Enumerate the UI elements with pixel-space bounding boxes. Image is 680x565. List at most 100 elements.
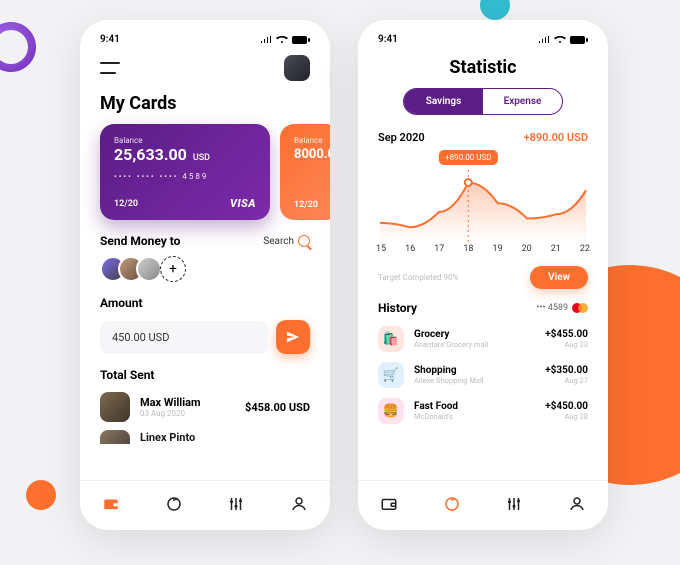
battery-icon <box>292 36 310 44</box>
card-balance-amount: 25,633.00 <box>114 145 187 164</box>
x-tick: 22 <box>580 244 590 254</box>
sent-date: 03 Aug 2020 <box>140 409 235 418</box>
status-bar: 9:41 <box>80 20 330 51</box>
contacts-row: + <box>80 256 330 288</box>
chart-tooltip: +890.00 USD <box>439 150 497 165</box>
tab-activity[interactable] <box>165 495 183 517</box>
status-indicators <box>260 36 310 44</box>
card-balance-amount: 8000.00 <box>294 147 326 162</box>
tab-bar <box>80 480 330 530</box>
page-title: Statistic <box>358 51 608 88</box>
user-icon <box>568 495 586 513</box>
wifi-icon <box>276 36 288 44</box>
amount-input[interactable] <box>100 321 268 354</box>
cards-carousel[interactable]: Balance 25,633.00 USD •••• •••• •••• 458… <box>80 124 330 220</box>
history-title: History <box>378 301 417 315</box>
tab-bar <box>358 480 608 530</box>
tab-activity[interactable] <box>443 495 461 517</box>
wifi-icon <box>554 36 566 44</box>
wallet-icon <box>102 495 120 513</box>
total-sent-title: Total Sent <box>80 360 330 388</box>
x-tick: 18 <box>463 244 473 254</box>
history-item[interactable]: 🍔 Fast Food McDonald's +$450.00 Aug 28 <box>358 393 608 429</box>
tab-settings[interactable] <box>505 495 523 517</box>
search-link[interactable]: Search <box>263 235 310 247</box>
line-chart[interactable]: +890.00 USD <box>374 150 592 242</box>
tab-profile[interactable] <box>568 495 586 517</box>
contact-avatar[interactable] <box>136 256 162 282</box>
amount-label: Amount <box>80 288 330 314</box>
history-list: 🛍️ Grocery Anantare Grocery mall +$455.0… <box>358 321 608 429</box>
card-expiry: 12/20 <box>294 200 318 210</box>
history-item-date: Aug 23 <box>545 340 588 349</box>
decor-orange-dot <box>26 480 56 510</box>
card-primary[interactable]: Balance 25,633.00 USD •••• •••• •••• 458… <box>100 124 270 220</box>
history-item-sub: Anantare Grocery mall <box>414 340 535 349</box>
history-item[interactable]: 🛒 Shopping Allexe Shopping Mall +$350.00… <box>358 357 608 393</box>
sent-amount: $458.00 USD <box>245 401 310 414</box>
view-button[interactable]: View <box>530 266 588 289</box>
user-icon <box>290 495 308 513</box>
battery-icon <box>570 36 588 44</box>
x-tick: 21 <box>551 244 561 254</box>
send-button[interactable] <box>276 320 310 354</box>
stat-delta: +890.00 USD <box>524 131 588 144</box>
sent-item[interactable]: Max William 03 Aug 2020 $458.00 USD <box>80 388 330 426</box>
tab-profile[interactable] <box>290 495 308 517</box>
send-money-title: Send Money to <box>100 234 180 248</box>
x-tick: 20 <box>522 244 532 254</box>
signal-icon <box>538 36 550 44</box>
paper-plane-icon <box>285 329 301 345</box>
history-item-name: Shopping <box>414 365 535 376</box>
sent-name: Max William <box>140 396 235 409</box>
activity-icon <box>443 495 461 513</box>
sliders-icon <box>227 495 245 513</box>
segment-expense[interactable]: Expense <box>483 89 562 114</box>
history-category-icon: 🛒 <box>378 362 404 388</box>
mastercard-icon <box>572 303 588 313</box>
x-tick: 16 <box>405 244 415 254</box>
target-completed-text: Target Completed 90% <box>378 273 458 282</box>
signal-icon <box>260 36 272 44</box>
wallet-icon <box>380 495 398 513</box>
search-icon <box>298 235 310 247</box>
profile-avatar[interactable] <box>284 55 310 81</box>
card-brand-visa: VISA <box>230 197 256 210</box>
card-balance-currency: USD <box>193 153 210 163</box>
history-item[interactable]: 🛍️ Grocery Anantare Grocery mall +$455.0… <box>358 321 608 357</box>
history-card-ref: ••• 4589 <box>536 303 588 313</box>
history-item-name: Fast Food <box>414 401 535 412</box>
stat-month: Sep 2020 <box>378 131 425 144</box>
card-number-masked: •••• •••• •••• 4589 <box>114 172 256 181</box>
card-balance-label: Balance <box>294 136 326 145</box>
activity-icon <box>165 495 183 513</box>
x-tick: 17 <box>434 244 444 254</box>
segment-savings[interactable]: Savings <box>404 89 483 114</box>
chart-x-axis: 1516171819202122 <box>358 244 608 262</box>
segment-control: Savings Expense <box>403 88 563 115</box>
card-secondary[interactable]: Balance 8000.00 12/20 <box>280 124 330 220</box>
tab-settings[interactable] <box>227 495 245 517</box>
status-time: 9:41 <box>378 34 398 45</box>
history-item-name: Grocery <box>414 329 535 340</box>
decor-teal-dot <box>480 0 510 20</box>
tab-wallet[interactable] <box>102 495 120 517</box>
card-expiry: 12/20 <box>114 199 138 209</box>
add-contact-button[interactable]: + <box>160 256 186 282</box>
history-item-amount: +$455.00 <box>545 329 588 340</box>
sent-avatar <box>100 392 130 422</box>
status-time: 9:41 <box>100 34 120 45</box>
status-indicators <box>538 36 588 44</box>
page-title: My Cards <box>80 89 330 124</box>
status-bar: 9:41 <box>358 20 608 51</box>
history-item-date: Aug 27 <box>545 376 588 385</box>
menu-icon[interactable] <box>100 62 120 74</box>
history-item-amount: +$450.00 <box>545 401 588 412</box>
history-category-icon: 🍔 <box>378 398 404 424</box>
history-item-date: Aug 28 <box>545 412 588 421</box>
phone-statistic-screen: 9:41 Statistic Savings Expense Sep 2020 … <box>358 20 608 530</box>
tab-wallet[interactable] <box>380 495 398 517</box>
sliders-icon <box>505 495 523 513</box>
sent-name: Linex Pinto <box>140 431 310 444</box>
sent-item[interactable]: Linex Pinto <box>80 426 330 448</box>
